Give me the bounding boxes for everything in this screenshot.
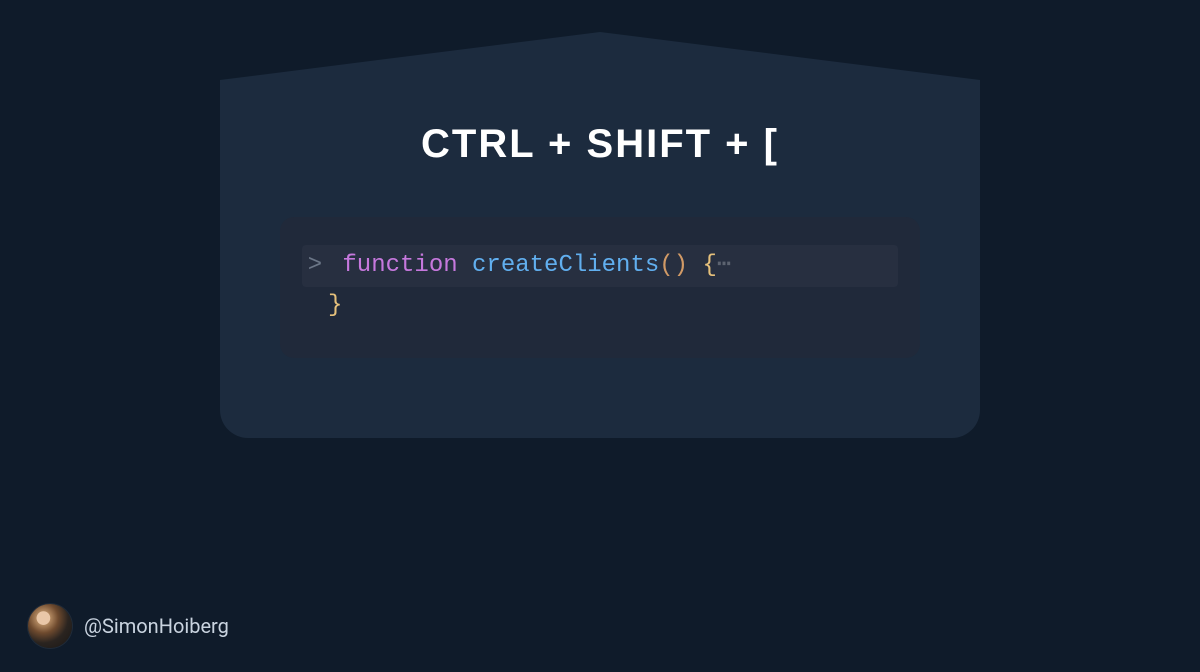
shortcut-card: CTRL + SHIFT + [ > function createClient… — [220, 80, 980, 438]
card-body: CTRL + SHIFT + [ > function createClient… — [220, 80, 980, 438]
code-close-brace: } — [328, 292, 342, 319]
code-parens: () — [659, 252, 688, 279]
code-ellipsis: ⋯ — [717, 252, 731, 279]
code-snippet: > function createClients() {⋯ } — [280, 217, 920, 358]
code-line-1: > function createClients() {⋯ — [302, 245, 898, 287]
code-line-2: } — [302, 287, 898, 325]
avatar — [28, 604, 72, 648]
code-keyword: function — [342, 252, 457, 279]
shortcut-title: CTRL + SHIFT + [ — [280, 122, 920, 167]
author-handle: @SimonHoiberg — [84, 614, 229, 638]
code-open-brace: { — [702, 252, 716, 279]
code-function-name: createClients — [472, 252, 659, 279]
author-footer: @SimonHoiberg — [28, 604, 229, 648]
fold-chevron-icon: > — [302, 247, 328, 285]
